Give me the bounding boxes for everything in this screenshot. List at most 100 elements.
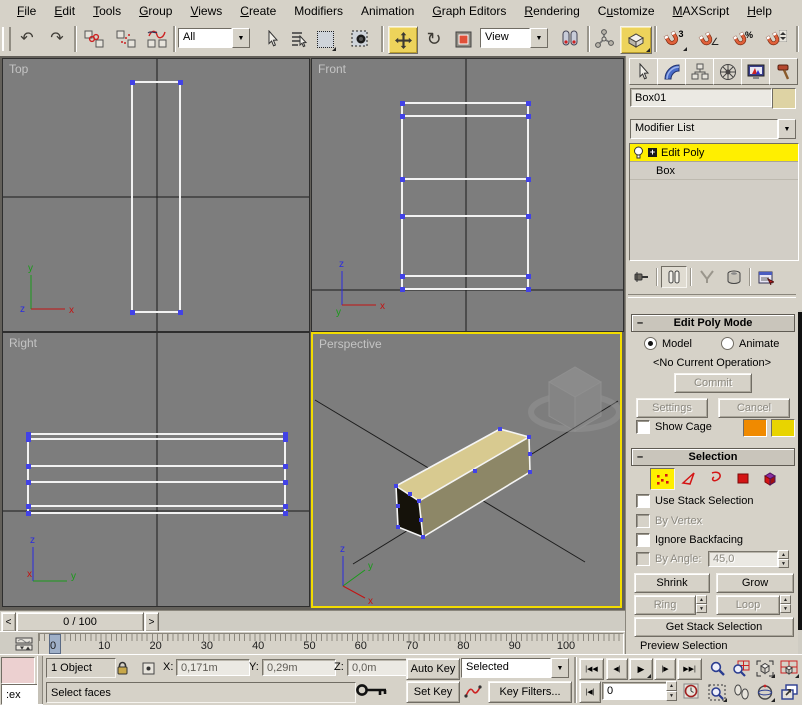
panel-scrollbar-track[interactable]	[798, 310, 802, 654]
time-configuration-icon[interactable]	[681, 681, 701, 701]
z-coordinate-field[interactable]: 0,0m	[347, 659, 407, 676]
menu-item[interactable]: Tools	[84, 1, 130, 21]
viewport-label[interactable]: Right	[9, 336, 37, 350]
absolute-offset-toggle-icon[interactable]	[138, 658, 158, 678]
select-object-icon[interactable]	[261, 26, 285, 52]
viewport-label[interactable]: Perspective	[319, 337, 382, 351]
use-pivot-center-icon[interactable]	[556, 26, 584, 52]
time-slider-prev-button[interactable]: <	[1, 612, 16, 632]
cancel-button[interactable]: Cancel	[718, 398, 790, 418]
dropdown-arrow-icon[interactable]: ▼	[778, 119, 796, 139]
tab-utilities[interactable]	[769, 58, 798, 85]
viewport-top[interactable]: y x z Top	[2, 58, 310, 332]
select-and-move-icon[interactable]	[388, 26, 418, 54]
checkbox-icon[interactable]	[636, 514, 650, 528]
by-vertex-checkbox[interactable]: By Vertex	[636, 514, 702, 528]
checkbox-icon[interactable]	[636, 533, 650, 547]
angle-snap-icon[interactable]: ∠	[694, 26, 724, 52]
viewport-perspective[interactable]: z y x Perspective	[311, 332, 622, 608]
expand-plus-icon[interactable]: +	[648, 148, 657, 157]
unlink-selection-icon[interactable]	[112, 26, 139, 52]
set-keys-key-icon[interactable]	[352, 677, 392, 703]
selection-filter-dropdown[interactable]: All ▼	[178, 28, 250, 48]
make-unique-icon[interactable]	[695, 267, 719, 287]
commit-button[interactable]: Commit	[674, 373, 752, 393]
viewport-right[interactable]: z y x Right	[2, 332, 310, 607]
show-cage-checkbox[interactable]: Show Cage	[636, 420, 712, 434]
dropdown-arrow-icon[interactable]: ▼	[551, 658, 569, 678]
modifier-list-dropdown[interactable]: Modifier List ▼	[630, 119, 796, 139]
get-stack-selection-button[interactable]: Get Stack Selection	[634, 617, 794, 637]
previous-frame-button[interactable]: ◀|	[606, 658, 628, 680]
rollout-selection-header[interactable]: – Selection	[631, 448, 795, 466]
radio-selected-icon[interactable]	[644, 337, 657, 350]
use-stack-selection-checkbox[interactable]: Use Stack Selection	[636, 494, 753, 508]
shrink-button[interactable]: Shrink	[634, 573, 710, 593]
rectangular-selection-region-icon[interactable]	[313, 26, 337, 52]
menu-item[interactable]: Modifiers	[285, 1, 352, 21]
object-name-field[interactable]: Box01	[630, 88, 772, 107]
zoom-icon[interactable]	[706, 657, 728, 679]
mini-curve-editor-icon[interactable]	[12, 634, 36, 653]
viewport-label[interactable]: Top	[9, 62, 28, 76]
subobject-vertex-button[interactable]	[650, 468, 675, 490]
bind-to-spacewarp-icon[interactable]	[143, 26, 171, 52]
pan-view-icon[interactable]	[730, 681, 752, 703]
show-end-result-icon[interactable]	[661, 266, 687, 288]
ring-spinner[interactable]: ▲▼	[696, 595, 707, 613]
visibility-lightbulb-icon[interactable]	[633, 146, 644, 159]
tab-create[interactable]	[629, 58, 658, 85]
x-coordinate-field[interactable]: 0,171m	[176, 659, 250, 676]
menu-item[interactable]: Rendering	[515, 1, 588, 21]
viewport-label[interactable]: Front	[318, 62, 346, 76]
menu-item[interactable]: Views	[181, 1, 231, 21]
menu-item[interactable]: Edit	[45, 1, 84, 21]
object-color-swatch[interactable]	[772, 88, 796, 109]
subobject-element-button[interactable]	[758, 468, 781, 488]
y-coordinate-field[interactable]: 0,29m	[262, 659, 336, 676]
macro-recorder-pane[interactable]	[1, 657, 35, 684]
region-zoom-icon[interactable]	[706, 681, 728, 703]
menu-item[interactable]: MAXScript	[664, 1, 739, 21]
zoom-extents-icon[interactable]	[754, 657, 776, 679]
keyboard-override-toggle-icon[interactable]	[620, 26, 652, 54]
tab-motion[interactable]	[713, 58, 742, 85]
by-angle-value-field[interactable]: 45,0	[708, 551, 778, 567]
dropdown-arrow-icon[interactable]: ▼	[232, 28, 250, 48]
cage-color-swatch-yellow[interactable]	[771, 419, 795, 437]
panel-scrollbar-thumb[interactable]	[798, 312, 802, 630]
min-max-toggle-icon[interactable]	[778, 681, 800, 703]
subobject-edge-button[interactable]	[677, 468, 700, 488]
undo-icon[interactable]: ↶	[14, 26, 40, 52]
arc-rotate-icon[interactable]	[754, 681, 776, 703]
go-to-end-button[interactable]: ▶▶|	[677, 658, 702, 680]
key-mode-toggle-button[interactable]: |◀|	[579, 681, 601, 703]
cage-color-swatch-orange[interactable]	[743, 419, 767, 437]
by-angle-spinner[interactable]: ▲▼	[778, 550, 789, 568]
pin-stack-icon[interactable]	[629, 267, 653, 287]
ignore-backfacing-checkbox[interactable]: Ignore Backfacing	[636, 533, 743, 547]
rollout-edit-poly-mode-header[interactable]: – Edit Poly Mode	[631, 314, 795, 332]
key-filter-dropdown[interactable]: Selected ▼	[461, 658, 569, 678]
by-angle-checkbox[interactable]: By Angle:	[636, 552, 701, 566]
menu-item[interactable]: File	[8, 1, 45, 21]
menu-item[interactable]: Animation	[352, 1, 423, 21]
play-button[interactable]: ▶	[629, 658, 653, 680]
set-key-button[interactable]: Set Key	[406, 681, 460, 703]
animate-radio[interactable]: Animate	[721, 337, 779, 350]
go-to-start-button[interactable]: |◀◀	[579, 658, 604, 680]
configure-modifier-sets-icon[interactable]	[754, 267, 778, 287]
tab-hierarchy[interactable]	[685, 58, 714, 85]
checkbox-icon[interactable]	[636, 552, 650, 566]
zoom-extents-all-icon[interactable]	[778, 657, 800, 679]
viewport-front[interactable]: z x y Front	[311, 58, 624, 332]
stack-row-edit-poly[interactable]: + Edit Poly	[630, 144, 798, 162]
menu-item[interactable]: Help	[738, 1, 781, 21]
select-and-manipulate-icon[interactable]	[592, 26, 616, 52]
percent-snap-icon[interactable]: %	[728, 26, 758, 52]
remove-modifier-icon[interactable]	[722, 267, 746, 287]
track-bar-ruler[interactable]: 0102030405060708090100	[38, 633, 624, 655]
checkbox-icon[interactable]	[636, 420, 650, 434]
ring-button[interactable]: Ring	[634, 595, 696, 615]
select-by-name-icon[interactable]	[287, 26, 311, 52]
